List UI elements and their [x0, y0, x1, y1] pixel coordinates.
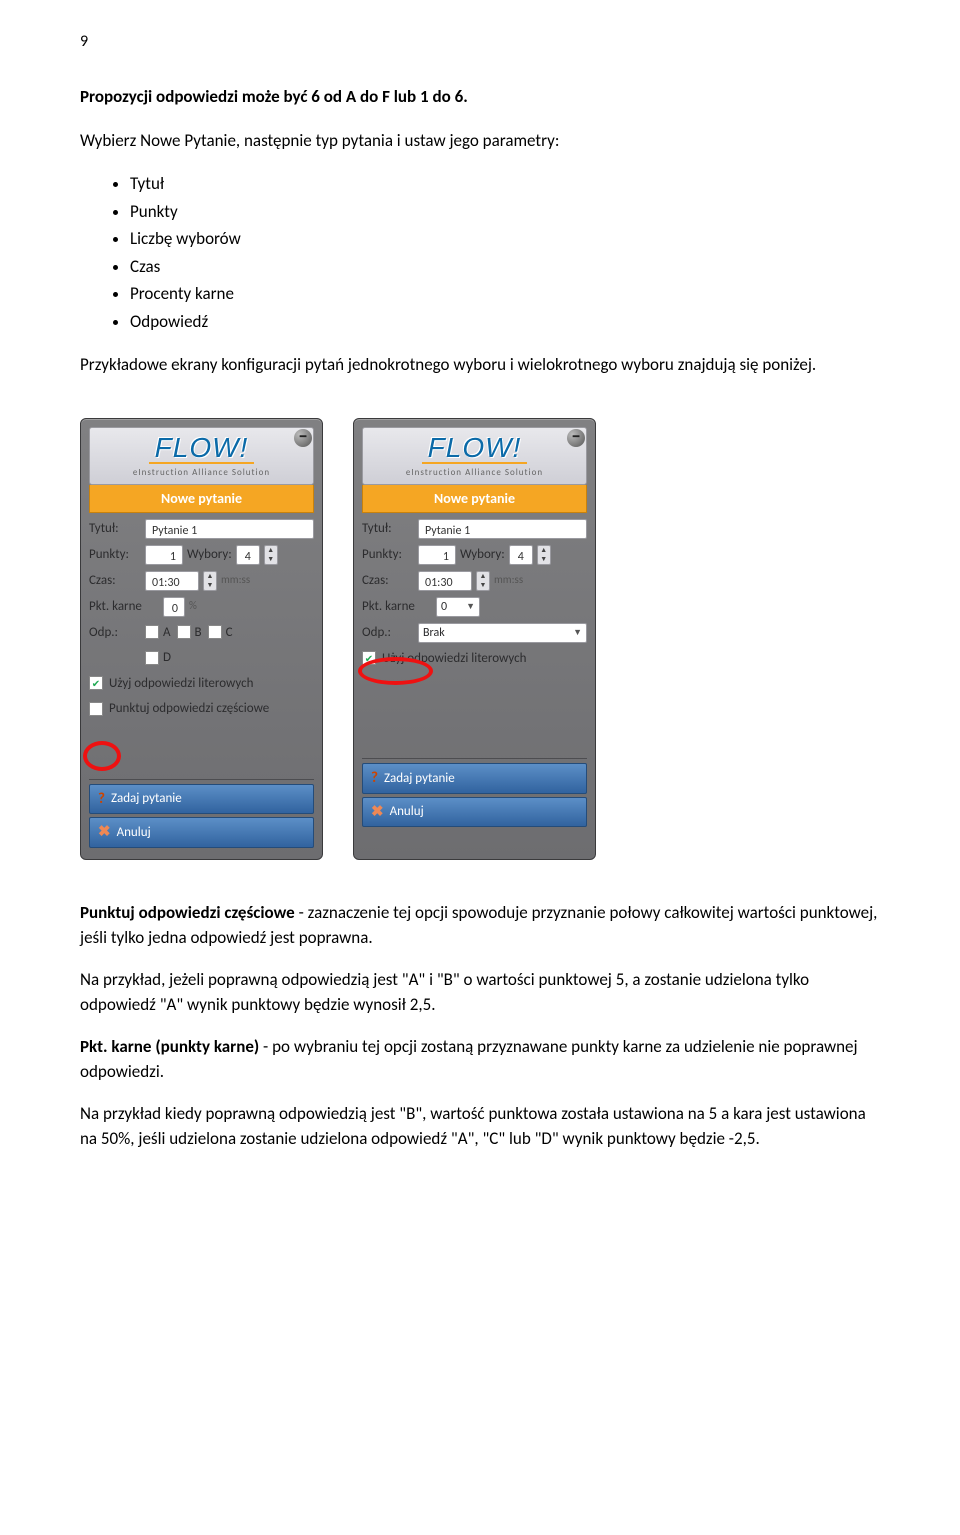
checkbox-icon [208, 625, 222, 639]
explain-example-1: Na przykład, jeżeli poprawną odpowiedzią… [80, 967, 880, 1018]
bullet-odpowiedz: Odpowiedź [130, 309, 880, 335]
explain-punktuj-term: Punktuj odpowiedzi częściowe [80, 902, 295, 923]
czas-suffix: mm:ss [494, 572, 523, 589]
chevron-down-icon: ▼ [466, 600, 475, 614]
label-tytul: Tytuł: [89, 519, 141, 539]
zadaj-pytanie-button[interactable]: ? Zadaj pytanie [89, 784, 314, 815]
answer-options: A B C [145, 623, 233, 643]
footer-bar: ? Zadaj pytanie ✖ Anuluj [89, 779, 314, 848]
logo-box: FLOW! eInstruction Alliance Solution [362, 427, 587, 485]
select-pktkarne[interactable]: 0 ▼ [436, 597, 480, 617]
highlight-circle-icon [358, 657, 433, 685]
spinner-wybory[interactable]: ▲▼ [264, 545, 278, 565]
below-para: Przykładowe ekrany konfiguracji pytań je… [80, 352, 880, 378]
close-icon[interactable]: ━ [294, 429, 312, 447]
cancel-icon: ✖ [371, 801, 384, 824]
anuluj-label: Anuluj [117, 823, 151, 843]
label-punkty: Punkty: [362, 545, 414, 565]
input-pktkarne[interactable]: 0 [163, 597, 185, 617]
question-mark-icon: ? [371, 767, 378, 790]
bullet-czas: Czas [130, 254, 880, 280]
input-wybory[interactable]: 4 [509, 545, 533, 565]
checkbox-icon [177, 625, 191, 639]
logo-subtitle: eInstruction Alliance Solution [369, 466, 580, 480]
form-body: Tytuł: Pytanie 1 Punkty: 1 Wybory: 4 ▲▼ … [89, 519, 314, 848]
intro-paragraph-1: Propozycji odpowiedzi może być 6 od A do… [80, 84, 880, 110]
zadaj-pytanie-button[interactable]: ? Zadaj pytanie [362, 763, 587, 794]
pktkarne-value: 0 [441, 598, 447, 616]
checkbox-literowe[interactable]: ✔ [89, 676, 103, 690]
opt-b[interactable]: B [177, 623, 202, 643]
logo-subtitle: eInstruction Alliance Solution [96, 466, 307, 480]
odp-value: Brak [423, 624, 445, 642]
label-czesciowe: Punktuj odpowiedzi częściowe [109, 699, 269, 719]
highlight-circle-icon [83, 741, 121, 771]
close-icon[interactable]: ━ [567, 429, 585, 447]
label-odp: Odp.: [89, 623, 141, 643]
page-number: 9 [80, 30, 880, 54]
czas-suffix: mm:ss [221, 572, 250, 589]
explain-example-2: Na przykład kiedy poprawną odpowiedzią j… [80, 1101, 880, 1152]
label-odp: Odp.: [362, 623, 414, 643]
widgets-row: ━ FLOW! eInstruction Alliance Solution N… [80, 418, 880, 860]
label-wybory: Wybory: [460, 545, 505, 565]
label-literowe: Użyj odpowiedzi literowych [109, 674, 253, 694]
opt-d[interactable]: D [145, 648, 171, 668]
explain-pktkarne-term: Pkt. karne (punkty karne) [80, 1036, 259, 1057]
cancel-icon: ✖ [98, 821, 111, 844]
anuluj-button[interactable]: ✖ Anuluj [362, 797, 587, 828]
label-tytul: Tytuł: [362, 519, 414, 539]
input-wybory[interactable]: 4 [236, 545, 260, 565]
label-pktkarne: Pkt. karne [362, 597, 432, 617]
question-mark-icon: ? [98, 788, 105, 811]
logo-box: FLOW! eInstruction Alliance Solution [89, 427, 314, 485]
input-punkty[interactable]: 1 [145, 545, 183, 565]
spinner-wybory[interactable]: ▲▼ [537, 545, 551, 565]
section-header: Nowe pytanie [362, 485, 587, 513]
opt-a[interactable]: A [145, 623, 171, 643]
explain-punktuj: Punktuj odpowiedzi częściowe - zaznaczen… [80, 900, 880, 951]
bullet-punkty: Punkty [130, 199, 880, 225]
label-wybory: Wybory: [187, 545, 232, 565]
flow-widget-right: ━ FLOW! eInstruction Alliance Solution N… [353, 418, 596, 860]
checkbox-icon [145, 625, 159, 639]
chevron-down-icon: ▼ [573, 626, 582, 640]
opt-c[interactable]: C [208, 623, 233, 643]
footer-bar: ? Zadaj pytanie ✖ Anuluj [362, 758, 587, 827]
label-czas: Czas: [362, 571, 414, 591]
input-czas[interactable]: 01:30 [145, 571, 199, 591]
bullet-procenty-karne: Procenty karne [130, 281, 880, 307]
input-czas[interactable]: 01:30 [418, 571, 472, 591]
section-header: Nowe pytanie [89, 485, 314, 513]
spinner-czas[interactable]: ▲▼ [476, 571, 490, 591]
anuluj-button[interactable]: ✖ Anuluj [89, 817, 314, 848]
zadaj-label: Zadaj pytanie [111, 789, 182, 809]
flow-logo: FLOW! [422, 434, 528, 464]
checkbox-icon [145, 651, 159, 665]
flow-widget-left: ━ FLOW! eInstruction Alliance Solution N… [80, 418, 323, 860]
input-punkty[interactable]: 1 [418, 545, 456, 565]
label-czas: Czas: [89, 571, 141, 591]
parameter-bullet-list: Tytuł Punkty Liczbę wyborów Czas Procent… [130, 171, 880, 334]
select-odp[interactable]: Brak ▼ [418, 623, 587, 643]
pct-label: % [189, 598, 197, 615]
intro-paragraph-2: Wybierz Nowe Pytanie, następnie typ pyta… [80, 128, 880, 154]
checkbox-czesciowe[interactable] [89, 702, 103, 716]
bullet-tytul: Tytuł [130, 171, 880, 197]
explain-pktkarne: Pkt. karne (punkty karne) - po wybraniu … [80, 1034, 880, 1085]
input-tytul[interactable]: Pytanie 1 [418, 519, 587, 539]
label-pktkarne: Pkt. karne [89, 597, 159, 617]
input-tytul[interactable]: Pytanie 1 [145, 519, 314, 539]
anuluj-label: Anuluj [390, 802, 424, 822]
intro-text: Propozycji odpowiedzi może być 6 od A do… [80, 86, 468, 107]
label-punkty: Punkty: [89, 545, 141, 565]
flow-logo: FLOW! [149, 434, 255, 464]
zadaj-label: Zadaj pytanie [384, 769, 455, 789]
bullet-liczbe-wyborow: Liczbę wyborów [130, 226, 880, 252]
spinner-czas[interactable]: ▲▼ [203, 571, 217, 591]
